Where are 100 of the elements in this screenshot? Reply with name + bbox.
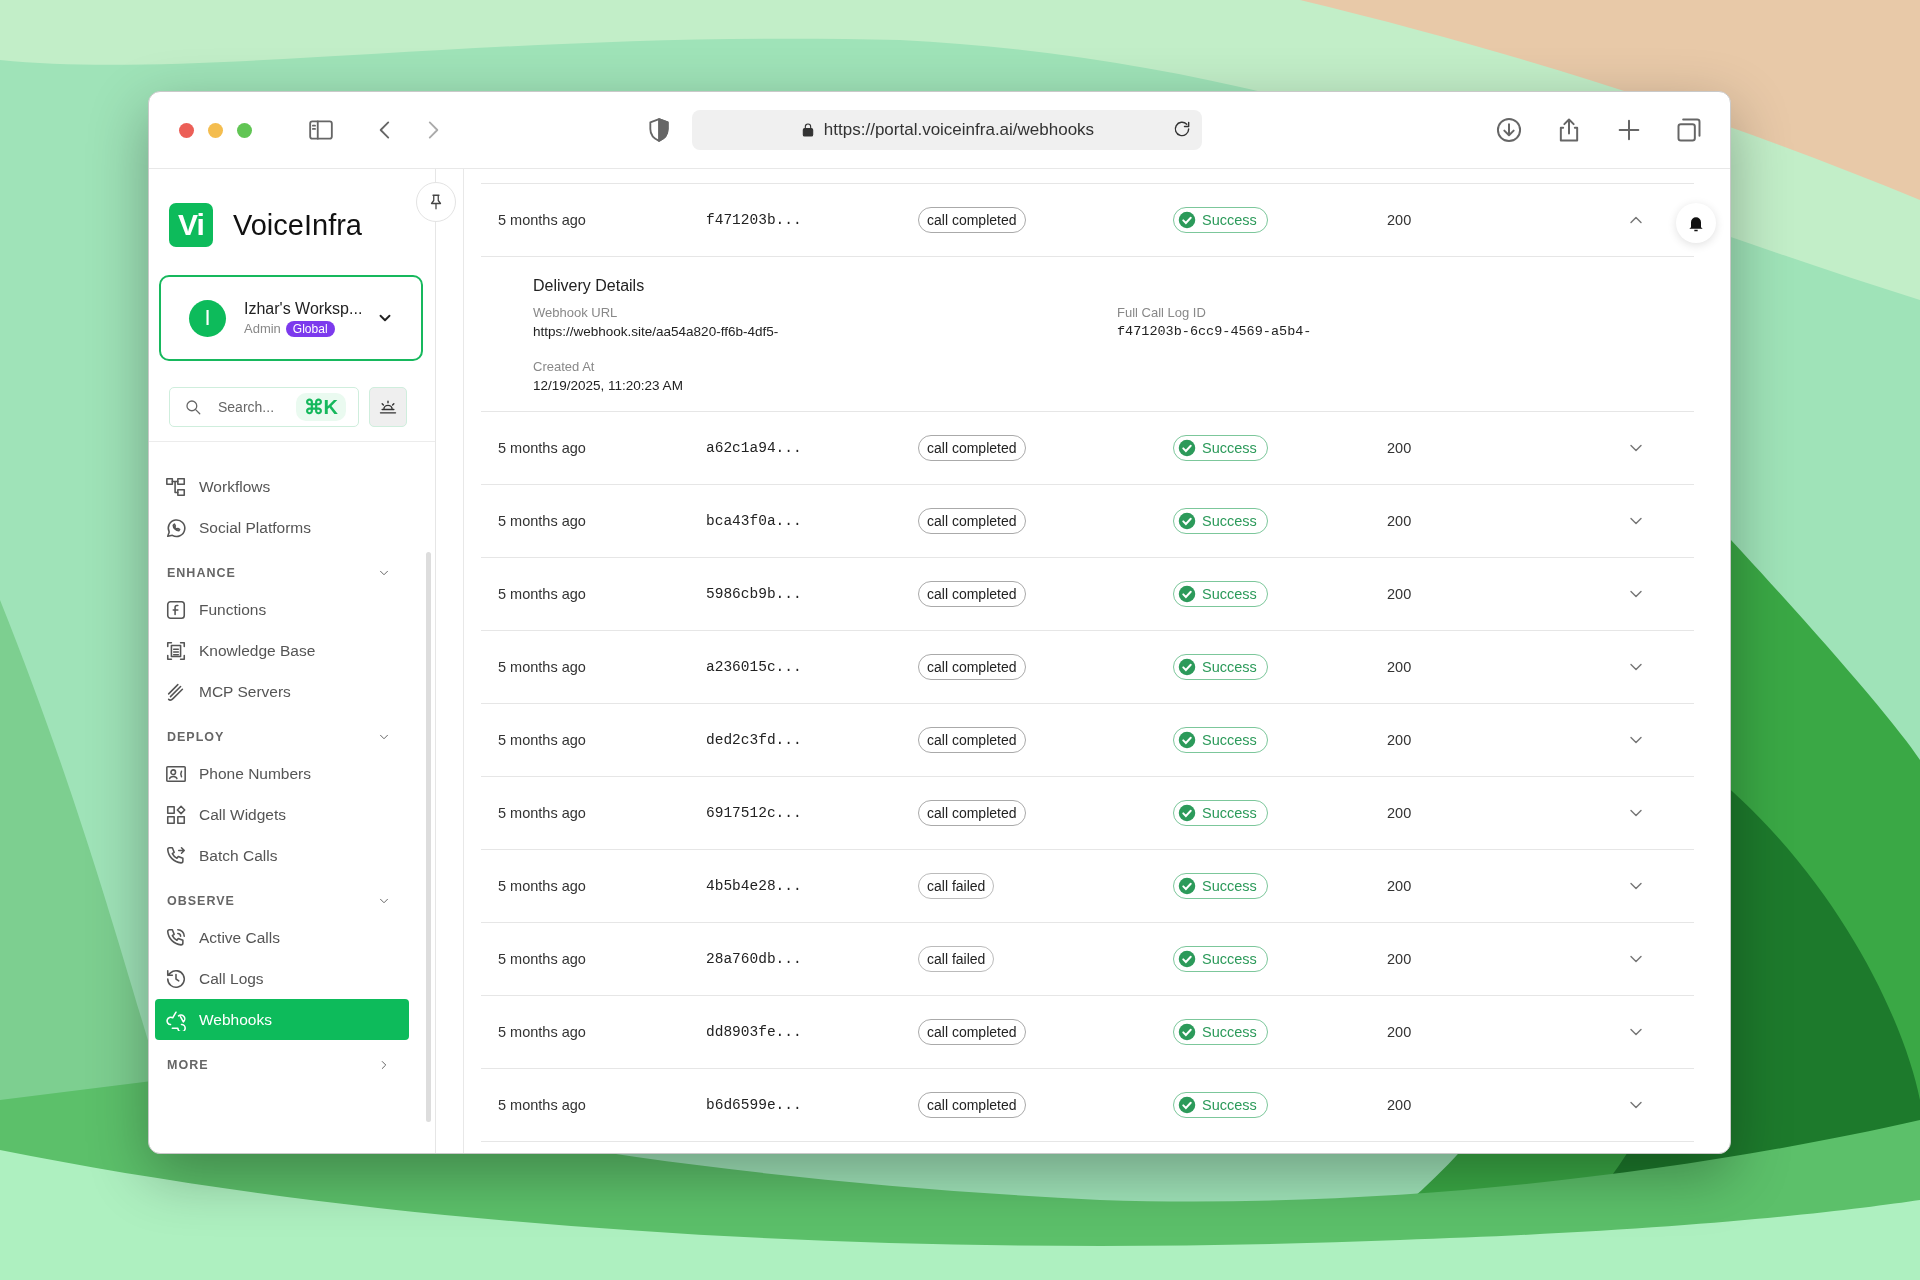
nav-item[interactable]: Batch Calls xyxy=(155,835,409,876)
nav-item[interactable]: Active Calls xyxy=(155,917,409,958)
check-circle-icon xyxy=(1178,731,1196,749)
webhook-row[interactable]: 5 months ago dd8903fe... call completed Success 200 xyxy=(481,996,1666,1068)
nav-item[interactable]: Social Platforms xyxy=(155,507,409,548)
nav-item[interactable]: MCP Servers xyxy=(155,671,409,712)
address-bar[interactable]: https://portal.voiceinfra.ai/webhooks xyxy=(692,110,1202,150)
status-code-cell-text: 200 xyxy=(1387,440,1413,456)
webhook-row[interactable]: 5 months ago ded2c3fd... call completed Success 200 xyxy=(481,704,1666,776)
pin-button[interactable] xyxy=(416,182,456,222)
webhook-row[interactable]: 5 months ago 6917512c... call completed Success 200 xyxy=(481,777,1666,849)
search-field[interactable]: Search... ⌘K xyxy=(169,387,359,427)
status-code-cell-text: 200 xyxy=(1387,805,1413,821)
call-id-cell-text: a62c1a94... xyxy=(706,440,803,456)
phone-forward-icon xyxy=(165,844,187,867)
section-heading: DEPLOY xyxy=(167,730,225,744)
check-circle-icon xyxy=(1178,877,1196,895)
sidebar-toggle-icon[interactable] xyxy=(306,117,336,143)
avatar: I xyxy=(189,299,226,337)
check-circle-icon xyxy=(1178,658,1196,676)
field-value: 12/19/2025, 11:20:23 AM xyxy=(533,378,684,393)
time-cell-text: 5 months ago xyxy=(498,805,587,821)
tab-overview-icon[interactable] xyxy=(1675,116,1703,144)
check-circle-icon xyxy=(1178,585,1196,603)
call-id-cell-text: b6d6599e... xyxy=(706,1097,803,1113)
webhook-row[interactable]: 5 months ago b6d6599e... call completed Success 200 xyxy=(481,1069,1666,1141)
zoom-button[interactable] xyxy=(237,122,252,138)
reload-icon[interactable] xyxy=(1172,119,1192,139)
webhook-row[interactable]: 5 months ago bca43f0a... call completed Success 200 xyxy=(481,485,1666,557)
theme-button[interactable] xyxy=(369,387,407,427)
check-circle-icon xyxy=(1178,211,1196,229)
nav-item[interactable]: Functions xyxy=(155,589,409,630)
document-scan-icon xyxy=(165,639,187,662)
chat-phone-icon xyxy=(165,516,187,539)
field-label: Full Call Log ID xyxy=(1117,305,1207,320)
call-id-cell-text: 4b5b4e28... xyxy=(706,878,803,894)
nav-item[interactable]: Call Widgets xyxy=(155,794,409,835)
webhook-row[interactable]: 5 months ago 4b5b4e28... call failed Success 200 xyxy=(481,850,1666,922)
phone-ringing-icon xyxy=(165,926,187,949)
time-cell-text: 5 months ago xyxy=(498,1097,587,1113)
search-icon xyxy=(184,398,202,416)
check-circle-icon xyxy=(1178,1096,1196,1114)
shield-icon[interactable] xyxy=(646,117,672,143)
status-code-cell-text: 200 xyxy=(1387,878,1413,894)
call-id-cell-text: f471203b... xyxy=(706,212,803,228)
time-cell-text: 5 months ago xyxy=(498,513,587,529)
nav-item[interactable]: Phone Numbers xyxy=(155,753,409,794)
call-id-cell-text: ded2c3fd... xyxy=(706,732,803,748)
call-id-cell-text: 5986cb9b... xyxy=(706,586,803,602)
status-code-cell-text: 200 xyxy=(1387,212,1413,228)
check-circle-icon xyxy=(1178,804,1196,822)
time-cell-text: 5 months ago xyxy=(498,586,587,602)
logo: Vi xyxy=(169,203,213,247)
field-value: https://webhook.site/aa54a820-ff6b-4df5- xyxy=(533,324,780,339)
webhook-row[interactable]: 5 months ago f471203b... call completed Success 200 xyxy=(481,184,1666,256)
webhook-row[interactable]: 5 months ago 5986cb9b... call completed Success 200 xyxy=(481,558,1666,630)
workspace-switcher[interactable]: I Izhar's Worksp... Admin Global xyxy=(159,275,423,361)
nav-item[interactable]: Call Logs xyxy=(155,958,409,999)
widget-grid-icon xyxy=(165,803,187,826)
status-code-cell-text: 200 xyxy=(1387,951,1413,967)
status-code-cell-text: 200 xyxy=(1387,732,1413,748)
call-id-cell-text: a236015c... xyxy=(706,659,803,675)
call-id-cell-text: dd8903fe... xyxy=(706,1024,803,1040)
check-circle-icon xyxy=(1178,439,1196,457)
time-cell-text: 5 months ago xyxy=(498,878,587,894)
shortcut-hint: ⌘K xyxy=(295,393,346,421)
check-circle-icon xyxy=(1178,512,1196,530)
webhook-row[interactable]: 5 months ago a62c1a94... call completed Success 200 xyxy=(481,412,1666,484)
workflow-icon xyxy=(165,475,187,498)
status-code-cell-text: 200 xyxy=(1387,513,1413,529)
time-cell-text: 5 months ago xyxy=(498,951,587,967)
check-circle-icon xyxy=(1178,1023,1196,1041)
time-cell-text: 5 months ago xyxy=(498,732,587,748)
role-label: Admin xyxy=(244,321,281,336)
status-code-cell-text: 200 xyxy=(1387,659,1413,675)
nav-item[interactable]: Knowledge Base xyxy=(155,630,409,671)
workspace-name: Izhar's Worksp... xyxy=(244,299,363,318)
brand-name: VoiceInfra xyxy=(233,208,362,242)
scope-badge: Global xyxy=(285,320,335,337)
close-button[interactable] xyxy=(179,122,194,138)
field-label: Created At xyxy=(533,359,596,374)
webhook-row[interactable]: 5 months ago a236015c... call completed Success 200 xyxy=(481,631,1666,703)
call-id-cell-text: 28a760db... xyxy=(706,951,803,967)
status-code-cell-text: 200 xyxy=(1387,586,1413,602)
time-cell-text: 5 months ago xyxy=(498,440,587,456)
notifications-button[interactable] xyxy=(1676,203,1716,243)
check-circle-icon xyxy=(1178,950,1196,968)
details-heading: Delivery Details xyxy=(533,277,646,295)
webhook-row[interactable]: 5 months ago 28a760db... call failed Success 200 xyxy=(481,923,1666,995)
download-icon[interactable] xyxy=(1495,116,1523,144)
field-label: Webhook URL xyxy=(533,305,619,320)
status-code-cell-text: 200 xyxy=(1387,1097,1413,1113)
function-icon xyxy=(165,598,187,621)
url-text: https://portal.voiceinfra.ai/webhooks xyxy=(823,120,1095,140)
call-id-cell-text: 6917512c... xyxy=(706,805,803,821)
section-heading: ENHANCE xyxy=(167,566,236,580)
time-cell-text: 5 months ago xyxy=(498,659,587,675)
section-heading: MORE xyxy=(167,1058,209,1072)
time-cell-text: 5 months ago xyxy=(498,1024,587,1040)
nav-item[interactable]: Workflows xyxy=(155,466,409,507)
